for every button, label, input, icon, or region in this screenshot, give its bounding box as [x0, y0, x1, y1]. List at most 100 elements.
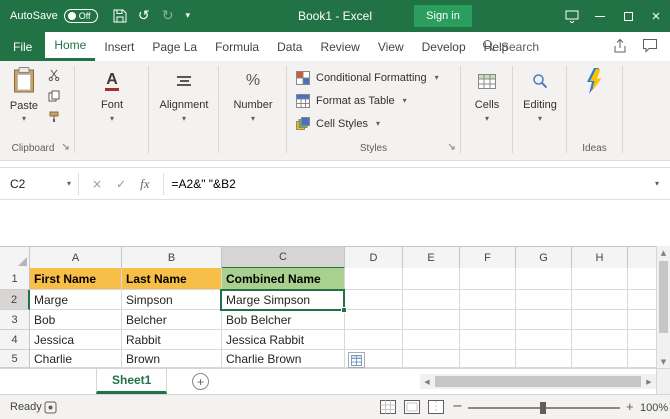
tab-data[interactable]: Data [268, 32, 311, 61]
cell-a5[interactable]: Charlie [30, 350, 122, 368]
cell-d3[interactable] [345, 310, 403, 330]
enter-icon[interactable]: ✓ [116, 177, 126, 191]
column-header-g[interactable]: G [516, 247, 572, 269]
name-box[interactable]: C2 ▾ [0, 168, 78, 199]
zoom-slider-knob[interactable] [540, 402, 546, 414]
zoom-out-icon[interactable]: − [452, 399, 463, 414]
ribbon-display-options-icon[interactable] [558, 0, 586, 32]
cells-group-button[interactable]: Cells ▾ [462, 67, 512, 123]
cell-partial[interactable] [628, 290, 656, 310]
cell-g1[interactable] [516, 268, 572, 290]
cell-f1[interactable] [460, 268, 516, 290]
scroll-right-icon[interactable]: ▶ [642, 374, 656, 389]
cell-d4[interactable] [345, 330, 403, 350]
page-break-preview-icon[interactable] [428, 400, 444, 417]
cell-a3[interactable]: Bob [30, 310, 122, 330]
column-header-d[interactable]: D [345, 247, 403, 269]
tab-formulas[interactable]: Formula [206, 32, 268, 61]
vertical-scrollbar-thumb[interactable] [659, 261, 668, 333]
format-as-table-button[interactable]: Format as Table ▾ [296, 92, 407, 110]
cell-g4[interactable] [516, 330, 572, 350]
cell-f3[interactable] [460, 310, 516, 330]
column-header-h[interactable]: H [572, 247, 628, 269]
cell-c3[interactable]: Bob Belcher [222, 310, 345, 330]
cell-a1[interactable]: First Name [30, 268, 122, 290]
cell-d2[interactable] [345, 290, 403, 310]
cell-h3[interactable] [572, 310, 628, 330]
comment-icon[interactable] [642, 38, 658, 57]
column-header-c[interactable]: C [222, 247, 345, 269]
tab-developer[interactable]: Develop [413, 32, 475, 61]
page-layout-view-icon[interactable] [404, 400, 420, 417]
column-header-e[interactable]: E [403, 247, 460, 269]
cell-f5[interactable] [460, 350, 516, 368]
cell-b5[interactable]: Brown [122, 350, 222, 368]
save-icon[interactable] [108, 0, 132, 32]
cell-e2[interactable] [403, 290, 460, 310]
row-header-4[interactable]: 4 [0, 330, 30, 350]
tab-page-layout[interactable]: Page La [143, 32, 206, 61]
cell-h4[interactable] [572, 330, 628, 350]
formula-input[interactable]: =A2&" "&B2 [164, 177, 644, 191]
macro-record-icon[interactable] [44, 401, 57, 417]
cell-partial[interactable] [628, 310, 656, 330]
zoom-in-icon[interactable]: + [626, 399, 634, 414]
alignment-group-button[interactable]: Alignment ▾ [150, 67, 218, 123]
column-header-b[interactable]: B [122, 247, 222, 269]
zoom-level-label[interactable]: 100% [640, 402, 668, 414]
cell-h2[interactable] [572, 290, 628, 310]
cell-e4[interactable] [403, 330, 460, 350]
editing-group-button[interactable]: Editing ▾ [514, 67, 566, 123]
scroll-up-icon[interactable]: ▲ [657, 246, 670, 259]
minimize-icon[interactable] [586, 0, 614, 32]
row-header-5[interactable]: 5 [0, 350, 30, 368]
select-all-corner[interactable] [0, 247, 30, 269]
horizontal-scrollbar[interactable]: ◀ ▶ [420, 374, 656, 389]
name-box-dropdown-icon[interactable]: ▾ [60, 180, 78, 188]
cell-b1[interactable]: Last Name [122, 268, 222, 290]
cell-h5[interactable] [572, 350, 628, 368]
tab-view[interactable]: View [369, 32, 413, 61]
cell-e1[interactable] [403, 268, 460, 290]
tab-file[interactable]: File [0, 32, 45, 61]
ideas-button[interactable] [567, 67, 622, 98]
conditional-formatting-button[interactable]: Conditional Formatting ▾ [296, 69, 439, 87]
column-header-f[interactable]: F [460, 247, 516, 269]
normal-view-icon[interactable] [380, 400, 396, 417]
column-header-partial[interactable] [628, 247, 656, 269]
styles-dialog-launcher-icon[interactable] [448, 139, 455, 153]
fill-handle[interactable] [341, 307, 347, 313]
cell-f4[interactable] [460, 330, 516, 350]
autosave-toggle[interactable]: AutoSave Off [10, 9, 98, 23]
horizontal-scrollbar-thumb[interactable] [435, 376, 641, 387]
scroll-down-icon[interactable]: ▼ [657, 355, 670, 368]
insert-function-icon[interactable]: fx [140, 176, 149, 192]
cell-c1[interactable]: Combined Name [222, 268, 345, 290]
cell-e3[interactable] [403, 310, 460, 330]
cell-c5[interactable]: Charlie Brown [222, 350, 345, 368]
cell-g5[interactable] [516, 350, 572, 368]
autosave-switch[interactable]: Off [64, 9, 98, 23]
cut-icon[interactable] [48, 69, 60, 84]
tab-insert[interactable]: Insert [95, 32, 143, 61]
cell-b3[interactable]: Belcher [122, 310, 222, 330]
auto-fill-options-button[interactable] [348, 352, 365, 368]
maximize-icon[interactable] [614, 0, 642, 32]
quick-access-toolbar-dropdown-icon[interactable]: ▾ [180, 0, 196, 32]
cell-e5[interactable] [403, 350, 460, 368]
cell-a4[interactable]: Jessica [30, 330, 122, 350]
cell-a2[interactable]: Marge [30, 290, 122, 310]
sign-in-button[interactable]: Sign in [414, 5, 472, 27]
cell-styles-button[interactable]: Cell Styles ▾ [296, 115, 380, 133]
close-icon[interactable]: × [642, 0, 670, 32]
number-group-button[interactable]: % Number ▾ [220, 67, 286, 123]
row-header-1[interactable]: 1 [0, 268, 30, 290]
cell-b4[interactable]: Rabbit [122, 330, 222, 350]
share-icon[interactable] [612, 38, 628, 57]
row-header-3[interactable]: 3 [0, 310, 30, 330]
cell-partial[interactable] [628, 350, 656, 368]
vertical-scrollbar[interactable]: ▲ ▼ [656, 246, 670, 368]
expand-formula-bar-icon[interactable]: ▾ [644, 180, 670, 188]
cell-partial[interactable] [628, 268, 656, 290]
search-box[interactable]: Search [482, 32, 539, 61]
